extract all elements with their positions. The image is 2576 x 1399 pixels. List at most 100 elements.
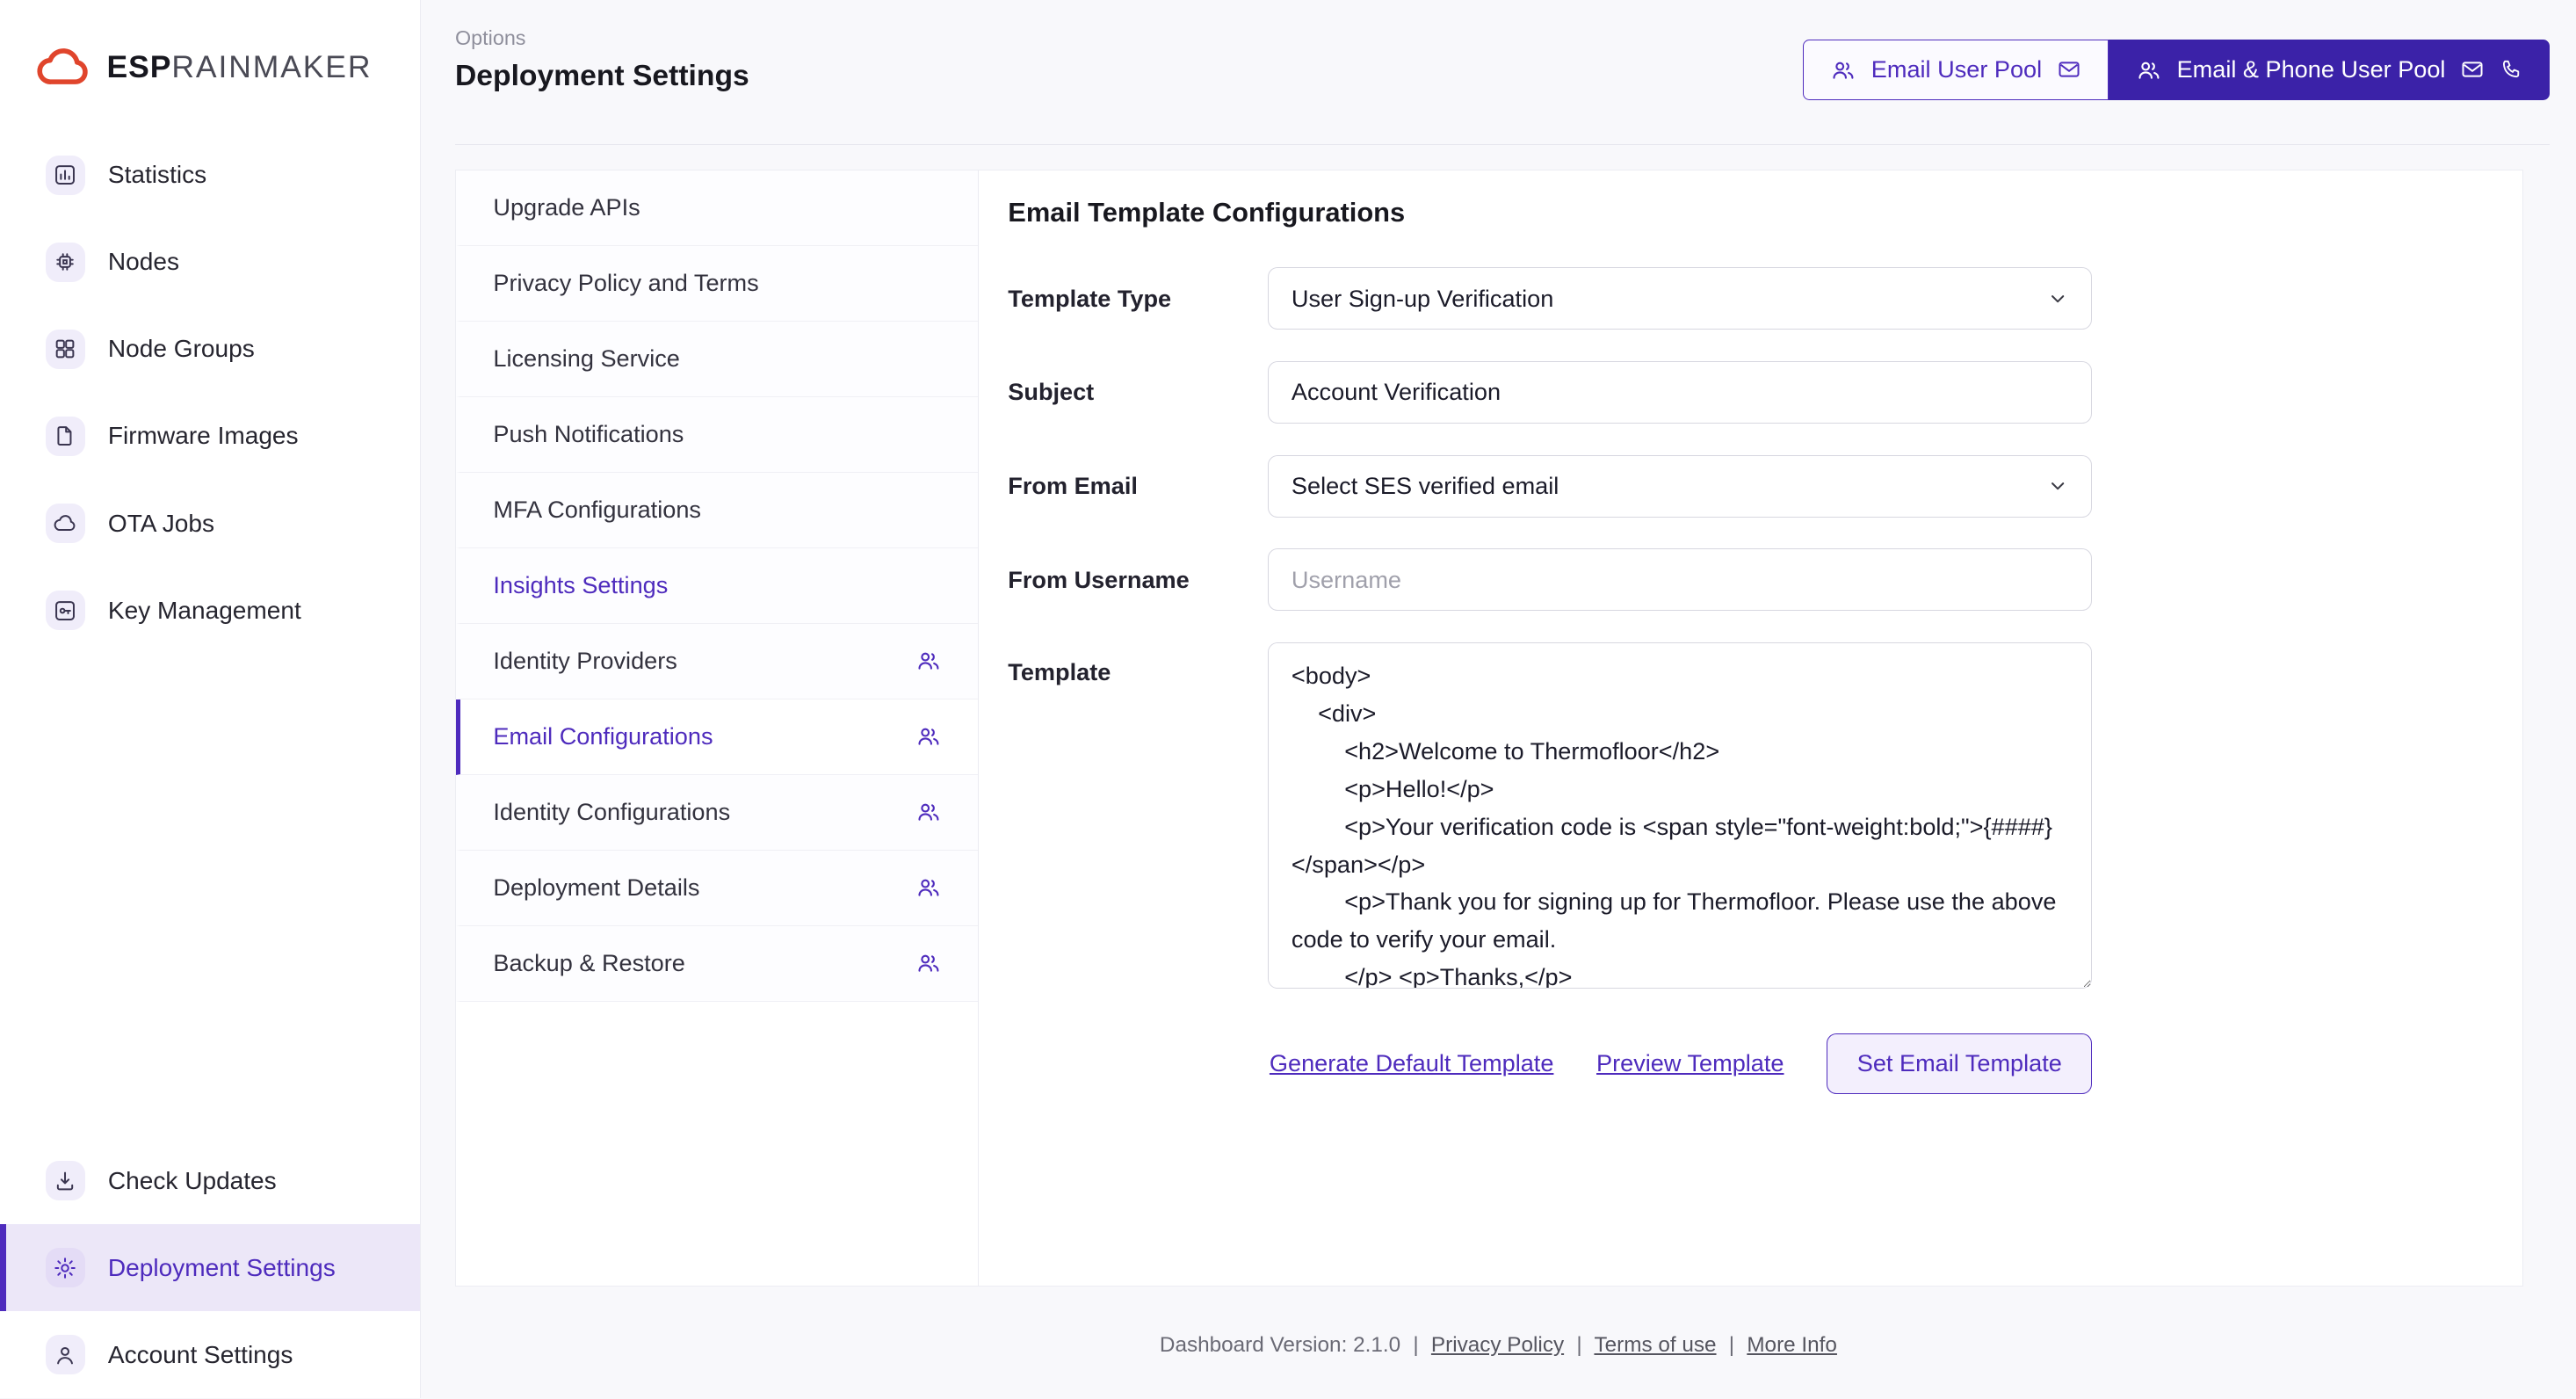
settings-menu-item-email-configurations[interactable]: Email Configurations <box>456 700 978 775</box>
chevron-down-icon <box>2047 475 2068 497</box>
settings-menu-item-mfa-configurations[interactable]: MFA Configurations <box>456 473 978 548</box>
menu-item-label: Insights Settings <box>493 571 668 599</box>
sidebar-item-label: Key Management <box>108 597 301 625</box>
form-title: Email Template Configurations <box>1008 197 2522 228</box>
from-email-select[interactable]: Select SES verified email <box>1268 455 2093 518</box>
menu-item-label: Identity Configurations <box>493 798 730 826</box>
set-email-template-button[interactable]: Set Email Template <box>1827 1033 2092 1094</box>
main-area: Options Deployment Settings Email User P… <box>421 0 2576 1398</box>
esp-cloud-logo-icon <box>36 46 92 89</box>
person-icon <box>46 1335 85 1374</box>
sidebar-item-deployment-settings[interactable]: Deployment Settings <box>0 1224 420 1311</box>
email-user-pool-label: Email User Pool <box>1871 55 2042 83</box>
menu-item-label: Privacy Policy and Terms <box>493 269 758 297</box>
bar-chart-icon <box>46 156 85 195</box>
phone-icon <box>2500 58 2522 81</box>
settings-menu-item-deployment-details[interactable]: Deployment Details <box>456 851 978 926</box>
email-template-form: Email Template Configurations Template T… <box>979 170 2523 1287</box>
form-actions: Generate Default Template Preview Templa… <box>1008 1033 2092 1094</box>
sidebar-item-node-groups[interactable]: Node Groups <box>0 306 420 393</box>
menu-item-label: Deployment Details <box>493 873 699 902</box>
sidebar-item-ota-jobs[interactable]: OTA Jobs <box>0 480 420 567</box>
settings-menu-item-identity-configurations[interactable]: Identity Configurations <box>456 775 978 851</box>
menu-item-label: Licensing Service <box>493 344 679 373</box>
users-icon <box>915 874 942 901</box>
settings-menu: Upgrade APIs Privacy Policy and Terms Li… <box>456 170 979 1287</box>
email-user-pool-button[interactable]: Email User Pool <box>1803 40 2109 100</box>
users-icon <box>915 950 942 976</box>
preview-template-link[interactable]: Preview Template <box>1596 1049 1784 1077</box>
dashboard-version: Dashboard Version: 2.1.0 <box>1160 1333 1400 1357</box>
brand-light: RAINMAKER <box>171 49 372 84</box>
settings-menu-item-identity-providers[interactable]: Identity Providers <box>456 624 978 700</box>
footer-separator: | <box>1576 1333 1581 1357</box>
cloud-icon <box>46 504 85 543</box>
mail-icon <box>2460 57 2485 82</box>
from-email-label: From Email <box>1008 472 1267 500</box>
settings-menu-item-upgrade-apis[interactable]: Upgrade APIs <box>456 170 978 246</box>
template-textarea[interactable]: <body> <div> <h2>Welcome to Thermofloor<… <box>1268 642 2093 989</box>
template-type-select[interactable]: User Sign-up Verification <box>1268 267 2093 330</box>
settings-menu-item-backup-restore[interactable]: Backup & Restore <box>456 926 978 1002</box>
sidebar-item-key-management[interactable]: Key Management <box>0 567 420 654</box>
user-pool-toggle: Email User Pool Email & Phone User Pool <box>1803 40 2550 100</box>
generate-default-template-link[interactable]: Generate Default Template <box>1270 1049 1554 1077</box>
logo: ESPRAINMAKER <box>0 0 420 132</box>
key-icon <box>46 591 85 630</box>
menu-item-label: Upgrade APIs <box>493 193 640 221</box>
settings-menu-item-licensing-service[interactable]: Licensing Service <box>456 322 978 397</box>
more-info-link[interactable]: More Info <box>1747 1333 1837 1357</box>
chevron-down-icon <box>2047 288 2068 309</box>
mail-icon <box>2057 57 2081 82</box>
sidebar-nav: Statistics Nodes Node Groups Firmware Im… <box>0 132 420 655</box>
file-icon <box>46 417 85 456</box>
sidebar-bottom-nav: Check Updates Deployment Settings Accoun… <box>0 1137 420 1398</box>
sidebar-item-label: Account Settings <box>108 1341 293 1369</box>
sidebar-item-label: Nodes <box>108 248 179 276</box>
page-header: Options Deployment Settings Email User P… <box>455 0 2550 145</box>
subject-label: Subject <box>1008 378 1267 406</box>
from-username-input[interactable] <box>1268 548 2093 611</box>
template-label: Template <box>1008 658 1267 686</box>
sidebar: ESPRAINMAKER Statistics Nodes Node Group… <box>0 0 421 1398</box>
footer-separator: | <box>1413 1333 1418 1357</box>
sidebar-item-label: Node Groups <box>108 335 255 363</box>
menu-item-label: Backup & Restore <box>493 949 685 977</box>
settings-menu-item-insights-settings[interactable]: Insights Settings <box>456 548 978 624</box>
sidebar-item-statistics[interactable]: Statistics <box>0 132 420 219</box>
sidebar-item-label: OTA Jobs <box>108 510 214 538</box>
terms-of-use-link[interactable]: Terms of use <box>1594 1333 1716 1357</box>
sidebar-item-label: Statistics <box>108 161 206 189</box>
footer-separator: | <box>1729 1333 1734 1357</box>
from-email-value: Select SES verified email <box>1292 472 1559 500</box>
cpu-icon <box>46 243 85 282</box>
subject-input[interactable] <box>1268 361 2093 424</box>
sidebar-item-check-updates[interactable]: Check Updates <box>0 1137 420 1224</box>
form-fields: Template Type User Sign-up Verification … <box>1008 267 2522 989</box>
template-type-value: User Sign-up Verification <box>1292 285 1553 313</box>
privacy-policy-link[interactable]: Privacy Policy <box>1431 1333 1564 1357</box>
sidebar-item-label: Firmware Images <box>108 422 299 450</box>
users-icon <box>2136 57 2162 83</box>
menu-item-label: Identity Providers <box>493 647 677 675</box>
gear-icon <box>46 1248 85 1287</box>
grid-icon <box>46 330 85 369</box>
menu-item-label: Email Configurations <box>493 722 713 750</box>
sidebar-item-account-settings[interactable]: Account Settings <box>0 1311 420 1398</box>
menu-item-label: Push Notifications <box>493 420 684 448</box>
email-phone-user-pool-button[interactable]: Email & Phone User Pool <box>2109 40 2550 100</box>
sidebar-item-label: Check Updates <box>108 1167 277 1195</box>
page-header-titles: Options Deployment Settings <box>455 26 749 93</box>
download-icon <box>46 1161 85 1200</box>
email-phone-user-pool-label: Email & Phone User Pool <box>2177 55 2446 83</box>
sidebar-item-firmware-images[interactable]: Firmware Images <box>0 393 420 480</box>
users-icon <box>915 648 942 674</box>
menu-item-label: MFA Configurations <box>493 496 701 524</box>
brand-bold: ESP <box>107 49 172 84</box>
sidebar-item-nodes[interactable]: Nodes <box>0 219 420 306</box>
settings-card: Upgrade APIs Privacy Policy and Terms Li… <box>455 170 2523 1287</box>
settings-menu-item-privacy-policy-and-terms[interactable]: Privacy Policy and Terms <box>456 246 978 322</box>
template-type-label: Template Type <box>1008 285 1267 313</box>
settings-menu-item-push-notifications[interactable]: Push Notifications <box>456 397 978 473</box>
from-username-label: From Username <box>1008 566 1267 594</box>
